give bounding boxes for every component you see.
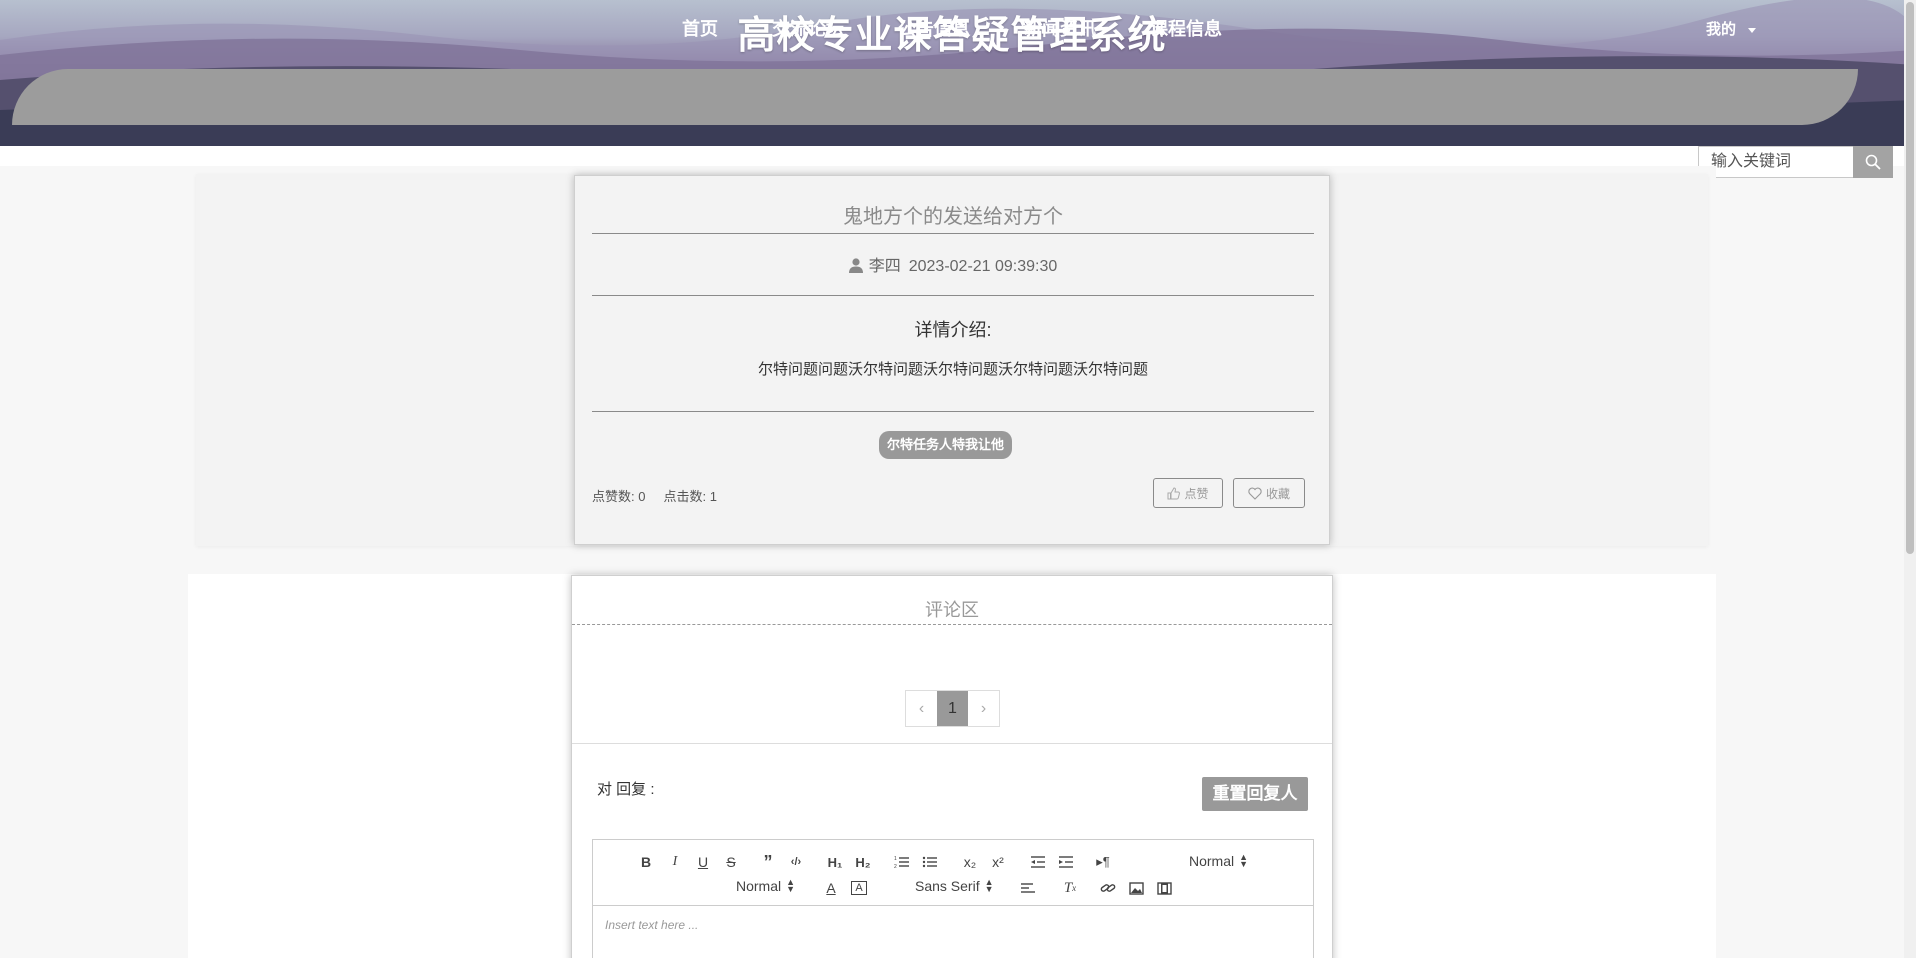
- like-button-label: 点赞: [1184, 486, 1209, 501]
- mine-dropdown[interactable]: 我的: [1706, 18, 1756, 39]
- blockquote-icon[interactable]: ”: [759, 852, 777, 872]
- select-arrows-icon: ▲ ▼: [1239, 852, 1249, 869]
- pagination: ‹ 1 ›: [905, 690, 1000, 727]
- nav-item-home[interactable]: 首页: [655, 15, 745, 41]
- site-header: 高校专业课答疑管理系统 首页 交流论坛 公告信息 新闻资讯 课程信息 我的: [0, 0, 1916, 146]
- link-icon[interactable]: [1099, 878, 1117, 898]
- pagination-next[interactable]: ›: [968, 691, 999, 726]
- ordered-list-icon[interactable]: 12: [893, 852, 911, 872]
- rich-text-editor: B I U S ” ‹/› H₁ H₂ 12 x₂ x² ▸¶ Normal ▲…: [592, 839, 1314, 958]
- bullet-list-icon[interactable]: [921, 852, 939, 872]
- video-icon[interactable]: [1155, 878, 1173, 898]
- search-icon: [1865, 154, 1881, 170]
- svg-text:2: 2: [894, 864, 897, 869]
- text-direction-icon[interactable]: ▸¶: [1093, 852, 1113, 872]
- code-block-icon[interactable]: ‹/›: [787, 852, 805, 872]
- search-input[interactable]: [1698, 146, 1853, 178]
- search-button[interactable]: [1853, 146, 1893, 178]
- thumbs-up-icon: [1167, 486, 1181, 499]
- reply-to-label: 对 回复 :: [597, 781, 655, 798]
- indent-icon[interactable]: [1057, 852, 1075, 872]
- nav-item-forum[interactable]: 交流论坛: [745, 15, 871, 41]
- font-select-value: Sans Serif: [915, 878, 980, 894]
- font-color-icon[interactable]: A: [823, 878, 839, 898]
- like-count: 点赞数: 0: [592, 489, 646, 504]
- select-arrows-icon: ▲ ▼: [984, 877, 994, 894]
- svg-text:1: 1: [894, 856, 897, 862]
- clear-format-icon[interactable]: Tx: [1061, 878, 1079, 898]
- post-datetime: 2023-02-21 09:39:30: [908, 258, 1058, 275]
- intro-text: 尔特问题问题沃尔特问题沃尔特问题沃尔特问题沃尔特问题: [757, 361, 1148, 378]
- nav-menu: 首页 交流论坛 公告信息 新闻资讯 课程信息: [0, 0, 1904, 56]
- underline-icon[interactable]: U: [695, 852, 711, 872]
- strikethrough-icon[interactable]: S: [723, 852, 739, 872]
- pagination-prev[interactable]: ‹: [906, 691, 937, 726]
- editor-toolbar: B I U S ” ‹/› H₁ H₂ 12 x₂ x² ▸¶ Normal ▲…: [593, 840, 1313, 906]
- nav-item-news[interactable]: 新闻资讯: [997, 15, 1123, 41]
- page-scrollbar[interactable]: [1904, 0, 1916, 958]
- header-select-value: Normal: [1189, 853, 1235, 869]
- divider: [572, 624, 1332, 625]
- italic-icon[interactable]: I: [667, 852, 683, 872]
- user-icon: [848, 258, 863, 273]
- subscript-icon[interactable]: x₂: [961, 852, 979, 872]
- comment-section-title: 评论区: [925, 600, 979, 620]
- nav-item-announcements[interactable]: 公告信息: [871, 15, 997, 41]
- comment-section: 评论区 ‹ 1 › 对 回复 : 重置回复人 B I U S ” ‹/› H₁ …: [571, 575, 1333, 958]
- post-detail-card: 鬼地方个的发送给对方个 李四 2023-02-21 09:39:30 详情介绍: …: [574, 175, 1330, 545]
- header-1-icon[interactable]: H₁: [825, 852, 845, 872]
- header-select[interactable]: Normal ▲ ▼: [1189, 852, 1249, 870]
- font-select[interactable]: Sans Serif ▲ ▼: [915, 877, 994, 895]
- heart-icon: [1248, 487, 1262, 500]
- intro-heading: 详情介绍:: [914, 320, 992, 340]
- search-bar: [1698, 146, 1893, 178]
- size-select-value: Normal: [736, 878, 782, 894]
- background-color-icon[interactable]: A: [851, 881, 867, 895]
- outdent-icon[interactable]: [1029, 852, 1047, 872]
- click-count: 点击数: 1: [663, 489, 717, 504]
- header-spacer: [0, 146, 1916, 166]
- favorite-button-label: 收藏: [1265, 486, 1290, 501]
- mine-label: 我的: [1705, 21, 1736, 38]
- reset-reply-button[interactable]: 重置回复人: [1202, 777, 1308, 811]
- image-icon[interactable]: [1127, 878, 1145, 898]
- bold-icon[interactable]: B: [638, 852, 654, 872]
- post-stats: 点赞数: 0 点击数: 1: [592, 486, 717, 505]
- align-icon[interactable]: [1019, 878, 1037, 898]
- nav-item-courses[interactable]: 课程信息: [1123, 15, 1249, 41]
- editor-input[interactable]: Insert text here ...: [593, 906, 1313, 944]
- divider: [572, 743, 1332, 744]
- select-arrows-icon: ▲ ▼: [786, 877, 796, 894]
- post-author: 李四: [868, 258, 901, 275]
- superscript-icon[interactable]: x²: [989, 852, 1007, 872]
- caret-down-icon: [1748, 27, 1756, 33]
- header-2-icon[interactable]: H₂: [853, 852, 873, 872]
- scrollbar-thumb[interactable]: [1906, 2, 1914, 554]
- post-tag[interactable]: 尔特任务人特我让他: [879, 431, 1013, 459]
- post-title: 鬼地方个的发送给对方个: [592, 200, 1314, 234]
- favorite-button[interactable]: 收藏: [1233, 478, 1305, 508]
- like-button[interactable]: 点赞: [1153, 478, 1223, 508]
- divider: [592, 411, 1314, 412]
- post-meta: 李四 2023-02-21 09:39:30: [592, 252, 1314, 296]
- nav-bar: [12, 69, 1858, 125]
- pagination-page-current[interactable]: 1: [937, 691, 968, 726]
- size-select[interactable]: Normal ▲ ▼: [736, 877, 796, 895]
